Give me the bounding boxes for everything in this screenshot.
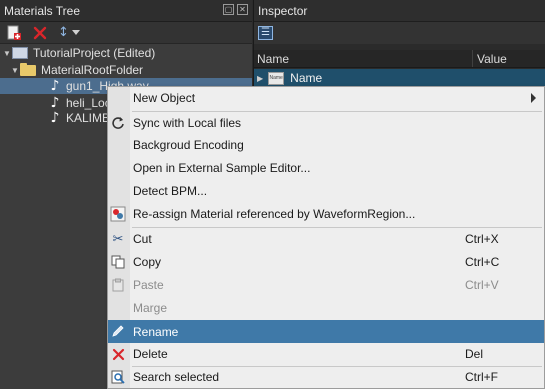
- column-header-name[interactable]: Name: [254, 52, 472, 66]
- menu-item-open-external-editor[interactable]: Open in External Sample Editor...: [108, 157, 544, 179]
- menu-item-shortcut: Ctrl+V: [465, 278, 499, 292]
- inspector-column-headers: Name Value: [254, 50, 545, 68]
- sort-dropdown-button[interactable]: ↕: [58, 25, 80, 41]
- grid-view-icon[interactable]: ☰: [258, 26, 273, 40]
- chevron-down-icon: [71, 30, 80, 35]
- submenu-arrow-icon: [531, 93, 536, 103]
- column-header-value[interactable]: Value: [472, 50, 507, 67]
- pencil-icon: [110, 323, 126, 339]
- menu-item-shortcut: Del: [465, 347, 484, 361]
- context-menu: New Object Sync with Local files Backgro…: [107, 86, 545, 389]
- tree-item-folder[interactable]: ▼ MaterialRootFolder: [0, 62, 252, 78]
- folder-icon: [20, 62, 36, 76]
- delete-icon: [33, 26, 47, 39]
- menu-item-cut[interactable]: ✂ Cut Ctrl+X: [108, 228, 544, 250]
- menu-item-copy[interactable]: Copy Ctrl+C: [108, 251, 544, 273]
- tree-item-label: TutorialProject (Edited): [33, 46, 156, 60]
- materials-tree-header: Materials Tree ▢ ✕: [0, 0, 252, 22]
- menu-item-label: Re-assign Material referenced by Wavefor…: [133, 207, 416, 221]
- expand-arrow-icon[interactable]: ▼: [10, 66, 20, 75]
- menu-item-label: Cut: [133, 232, 152, 246]
- tree-item-label: heli_Loc: [66, 96, 111, 110]
- inspector-title: Inspector: [258, 3, 308, 18]
- menu-item-label: Detect BPM...: [133, 184, 208, 198]
- menu-item-label: Delete: [133, 347, 168, 361]
- menu-item-sync[interactable]: Sync with Local files: [108, 112, 544, 134]
- menu-item-shortcut: Ctrl+C: [465, 255, 500, 269]
- add-material-icon: [7, 25, 21, 40]
- project-icon: [12, 47, 28, 59]
- close-panel-icon[interactable]: ✕: [237, 4, 248, 15]
- copy-icon: [110, 254, 126, 270]
- sync-icon: [110, 115, 126, 131]
- scissors-icon: ✂: [112, 231, 124, 247]
- tree-item-label: MaterialRootFolder: [41, 63, 144, 77]
- remove-material-button[interactable]: [32, 25, 48, 41]
- tree-item-label: KALIMB: [66, 111, 111, 125]
- menu-item-label: Open in External Sample Editor...: [133, 161, 311, 175]
- delete-icon: [110, 346, 126, 362]
- audio-file-icon: ♪: [50, 78, 60, 94]
- sort-icon: ↕: [58, 25, 69, 40]
- inspector-row-label: Name: [290, 71, 323, 85]
- menu-item-label: Copy: [133, 255, 162, 269]
- expand-arrow-icon[interactable]: ▶: [257, 74, 263, 83]
- menu-item-background-encoding[interactable]: Backgroud Encoding: [108, 134, 544, 156]
- menu-item-merge[interactable]: Marge: [108, 297, 544, 319]
- menu-item-new-object[interactable]: New Object: [108, 87, 544, 109]
- inspector-header: Inspector: [254, 0, 545, 22]
- float-panel-icon[interactable]: ▢: [223, 4, 234, 15]
- tree-item-project[interactable]: ▼ TutorialProject (Edited): [0, 45, 252, 61]
- menu-item-shortcut: Ctrl+F: [465, 370, 498, 384]
- materials-tree-toolbar: ↕: [0, 22, 252, 44]
- inspector-row-name[interactable]: ▶ Name Name: [254, 69, 545, 87]
- menu-item-label: Rename: [133, 325, 179, 339]
- menu-item-label: Paste: [133, 278, 164, 292]
- menu-item-shortcut: Ctrl+X: [465, 232, 499, 246]
- audio-file-icon: ♪: [50, 110, 60, 126]
- audio-file-icon: ♪: [50, 95, 60, 111]
- menu-item-search-selected[interactable]: Search selected Ctrl+F: [108, 366, 544, 388]
- menu-item-paste[interactable]: Paste Ctrl+V: [108, 274, 544, 296]
- add-material-button[interactable]: [6, 25, 22, 41]
- paste-icon: [110, 277, 126, 293]
- menu-item-detect-bpm[interactable]: Detect BPM...: [108, 180, 544, 202]
- materials-tree-title: Materials Tree: [4, 3, 81, 18]
- menu-item-label: Sync with Local files: [133, 116, 242, 130]
- menu-item-label: Search selected: [133, 370, 220, 384]
- inspector-toolbar: ☰: [254, 22, 545, 44]
- search-icon: [110, 369, 126, 385]
- reassign-icon: [110, 206, 126, 222]
- name-property-icon: Name: [268, 71, 285, 85]
- menu-item-label: New Object: [133, 91, 196, 105]
- menu-item-label: Backgroud Encoding: [133, 138, 244, 152]
- menu-item-reassign-material[interactable]: Re-assign Material referenced by Wavefor…: [108, 203, 544, 225]
- menu-item-label: Marge: [133, 301, 168, 315]
- expand-arrow-icon[interactable]: ▼: [2, 49, 12, 58]
- menu-item-rename[interactable]: Rename: [108, 320, 544, 343]
- menu-item-delete[interactable]: Delete Del: [108, 343, 544, 365]
